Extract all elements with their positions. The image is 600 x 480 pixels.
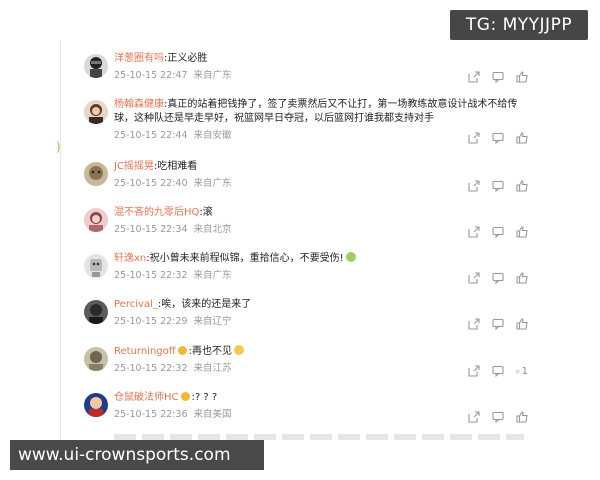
comment-location: 来自广东 [193,270,232,281]
comment-location: 来自北京 [193,224,232,235]
comment-text: 混不吝的九零后HQ:滚 [114,207,213,218]
comment-username[interactable]: 混不吝的九零后HQ [114,207,199,218]
thumbs-up-icon[interactable] [516,411,528,423]
thumbs-up-icon[interactable] [516,132,528,144]
comment-date: 25-10-15 22:29 [114,316,188,327]
comment-date: 25-10-15 22:47 [114,70,188,81]
share-icon[interactable] [468,411,480,423]
thumbs-up-icon[interactable] [516,180,528,192]
site-watermark: www.ui-crownsports.com [10,440,264,470]
share-icon[interactable] [468,71,480,83]
comment-icon[interactable] [492,272,504,284]
comment-date: 25-10-15 22:40 [114,178,188,189]
avatar[interactable] [84,162,108,186]
avatar[interactable] [84,393,108,417]
thumbs-up-icon[interactable] [516,226,528,238]
comment-date: 25-10-15 22:32 [114,270,188,281]
emoji-icon [345,252,356,262]
share-icon[interactable] [468,132,480,144]
like-count: 1 [521,365,528,377]
comment-text: 洋葱圈有吗:正义必胜 [114,53,208,64]
comment-date: 25-10-15 22:32 [114,363,188,374]
comment-location: 来自安徽 [193,130,232,141]
comment-text: 仓鼠破法师HC:? ? ? [114,392,218,403]
comment-text: 杨翰森健康:真正的站着把钱挣了，签了卖票然后又不让打，第一场教练故意设计战术不给… [114,99,518,124]
comment-username[interactable]: 洋葱圈有吗 [114,53,164,64]
left-divider [60,40,61,440]
thumbs-up-icon[interactable] [516,272,528,284]
share-icon[interactable] [468,318,480,330]
comment-location: 来自广东 [193,70,232,81]
comment-icon[interactable] [492,180,504,192]
comment-location: 来自辽宁 [193,316,232,327]
comment-date: 25-10-15 22:34 [114,224,188,235]
comment-username[interactable]: JC摇摇晃 [114,161,154,172]
comment-location: 来自广东 [193,178,232,189]
comment-text: Returningoff:再也不见 [114,345,530,359]
comment-icon[interactable] [492,318,504,330]
comment-location: 来自美国 [193,409,232,420]
vip-crown-icon [180,392,190,401]
comment-text: JC摇摇晃:吃相难看 [114,161,198,172]
tg-handle-overlay: TG: MYYJJPP [450,10,588,40]
comment-date: 25-10-15 22:36 [114,409,188,420]
comment-list: 洋葱圈有吗:正义必胜 25-10-15 22:47 来自广东 杨翰森健康:真正的站… [66,38,538,440]
avatar[interactable] [84,100,108,124]
avatar[interactable] [84,254,108,278]
comment-username[interactable]: Percival_ [114,299,158,310]
avatar[interactable] [84,300,108,324]
comment-icon[interactable] [492,71,504,83]
share-icon[interactable] [468,226,480,238]
share-icon[interactable] [468,365,480,377]
thumbs-up-icon[interactable] [516,318,528,330]
thumbs-up-icon[interactable]: 1 [516,365,528,377]
comment-username[interactable]: 杨翰森健康 [114,99,164,110]
fold-bracket-mark: ) [56,140,61,154]
avatar[interactable] [84,54,108,78]
emoji-icon [234,345,245,355]
share-icon[interactable] [468,180,480,192]
comment-text: 轩逸xn:祝小曾未来前程似锦，重拾信心，不要受伤! [114,252,530,266]
thumbs-up-icon[interactable] [516,71,528,83]
avatar[interactable] [84,208,108,232]
comment-icon[interactable] [492,365,504,377]
vip-crown-icon [177,346,187,355]
comment-username[interactable]: Returningoff [114,346,176,357]
comment-text: Percival_:唉，该来的还是来了 [114,299,252,310]
comment-username[interactable]: 仓鼠破法师HC [114,392,179,403]
comment-username[interactable]: 轩逸xn [114,253,146,264]
comment-icon[interactable] [492,411,504,423]
comment-icon[interactable] [492,226,504,238]
comment-location: 来自江苏 [193,363,232,374]
comment-date: 25-10-15 22:44 [114,130,188,141]
share-icon[interactable] [468,272,480,284]
avatar[interactable] [84,347,108,371]
comment-icon[interactable] [492,132,504,144]
